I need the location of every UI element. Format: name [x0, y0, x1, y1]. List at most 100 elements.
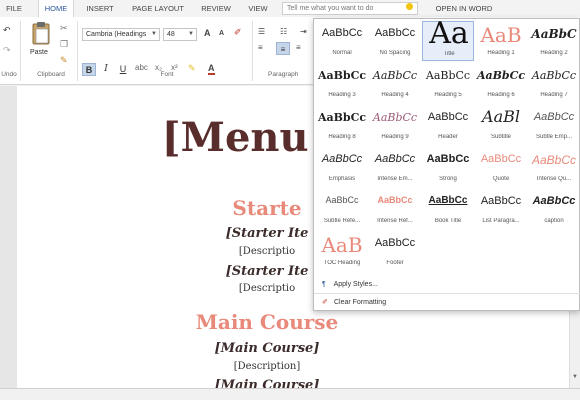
style-option-heading-9[interactable]: AaBbCc Heading 9 [369, 105, 421, 145]
align-left-icon[interactable]: ≡ [258, 43, 263, 52]
tab-insert[interactable]: INSERT [80, 0, 120, 17]
font-group-label: Font [160, 71, 174, 78]
word-online-window: FILE HOME INSERT PAGE LAYOUT REVIEW VIEW… [0, 0, 580, 400]
style-preview: AaBbCc [532, 195, 576, 207]
style-name: Intense Qu... [536, 176, 572, 182]
style-preview: AaBbCc [317, 69, 367, 82]
style-option-heading-1[interactable]: AaB Heading 1 [475, 21, 527, 61]
clear-formatting-option[interactable]: ✐ Clear Formatting [322, 298, 386, 306]
style-name: Heading 2 [540, 50, 568, 56]
style-option-toc-heading[interactable]: AaB TOC Heading [316, 231, 368, 271]
style-option-subtle-refe[interactable]: AaBbCc Subtle Refe... [316, 189, 368, 229]
style-option-book-title[interactable]: AaBbCc Book Title [422, 189, 474, 229]
main-course-heading[interactable]: Main Course [17, 310, 517, 334]
style-name: Heading 1 [487, 50, 515, 56]
style-option-heading-2[interactable]: AaBbC Heading 2 [528, 21, 580, 61]
style-preview: AaBbCc [321, 153, 363, 165]
style-option-heading-3[interactable]: AaBbCc Heading 3 [316, 63, 368, 103]
chevron-down-icon: ▼ [151, 31, 157, 37]
tab-file[interactable]: FILE [4, 0, 24, 17]
undo-icon[interactable]: ↶ [3, 25, 11, 36]
style-preview: AaBbCc [425, 69, 471, 82]
style-name: Subtle Refe... [323, 218, 361, 224]
style-option-emphasis[interactable]: AaBbCc Emphasis [316, 147, 368, 187]
style-preview: AaBbCc [372, 111, 418, 124]
main-course-item[interactable]: [Main Course] [17, 341, 517, 356]
eraser-icon: ✐ [322, 299, 328, 306]
style-name: Heading 4 [381, 92, 409, 98]
paste-icon[interactable] [30, 21, 52, 45]
style-option-quote[interactable]: AaBbCc Quote [475, 147, 527, 187]
style-preview: AaBbCc [372, 69, 418, 82]
style-option-intense-em[interactable]: AaBbCc Intense Em... [369, 147, 421, 187]
status-bar [0, 388, 580, 400]
style-name: No Spacing [379, 50, 411, 56]
style-option-subtitle[interactable]: AaBl Subtitle [475, 105, 527, 145]
grow-font-icon[interactable]: A [204, 28, 211, 38]
tab-open-in-word[interactable]: OPEN IN WORD [430, 0, 498, 17]
font-name-value: Cambria (Headings [86, 31, 147, 38]
apply-styles-label: Apply Styles... [333, 281, 378, 288]
tab-review[interactable]: REVIEW [196, 0, 236, 17]
main-course-item[interactable]: [Main Course] [17, 378, 517, 388]
style-option-heading-6[interactable]: AaBbCc Heading 6 [475, 63, 527, 103]
style-option-subtle-emp[interactable]: AaBbCc Subtle Emp... [528, 105, 580, 145]
style-name: Emphasis [328, 176, 356, 182]
style-preview: AaBl [482, 107, 520, 126]
style-preview: AaBbCc [476, 69, 526, 82]
bullets-icon[interactable]: ☰ [258, 27, 265, 36]
style-name: Heading 5 [434, 92, 462, 98]
paste-button[interactable]: Paste [30, 49, 48, 56]
style-option-strong[interactable]: AaBbCc Strong [422, 147, 474, 187]
style-name: Subtitle [490, 134, 511, 140]
ribbon-tab-bar: FILE HOME INSERT PAGE LAYOUT REVIEW VIEW… [0, 0, 580, 17]
numbering-icon[interactable]: ☷ [280, 27, 287, 36]
styles-gallery-dropdown: AaBbCc Normal AaBbCc No Spacing Aa Title AaB He… [313, 16, 580, 311]
style-preview: AaBbCc [427, 111, 469, 123]
tab-home[interactable]: HOME [38, 0, 74, 17]
cut-icon[interactable]: ✂ [60, 23, 68, 34]
apply-styles-option[interactable]: ¶ Apply Styles... [322, 281, 378, 288]
align-center-icon[interactable]: ≡ [276, 42, 290, 55]
font-size-value: 48 [167, 31, 175, 38]
style-name: Heading 3 [328, 92, 356, 98]
style-option-list-paragra[interactable]: AaBbCc List Paragra... [475, 189, 527, 229]
undo-group-label: Undo [1, 71, 17, 78]
format-painter-icon[interactable]: ✎ [60, 55, 68, 66]
main-course-description[interactable]: [Description] [17, 361, 517, 372]
style-option-header[interactable]: AaBbCc Header [422, 105, 474, 145]
style-preview: AaB [480, 23, 522, 47]
apply-styles-icon: ¶ [322, 281, 326, 288]
style-name: Strong [439, 176, 457, 182]
align-right-icon[interactable]: ≡ [296, 43, 301, 52]
style-option-footer[interactable]: AaBbCc Footer [369, 231, 421, 271]
redo-icon[interactable]: ↷ [3, 45, 11, 56]
clear-formatting-label: Clear Formatting [333, 299, 387, 306]
style-option-heading-8[interactable]: AaBbCc Heading 8 [316, 105, 368, 145]
style-option-heading-4[interactable]: AaBbCc Heading 4 [369, 63, 421, 103]
style-option-no-spacing[interactable]: AaBbCc No Spacing [369, 21, 421, 61]
tab-view[interactable]: VIEW [242, 0, 274, 17]
style-option-intense-qu[interactable]: AaBbCc Intense Qu... [528, 147, 580, 187]
style-option-intense-ref[interactable]: AaBbCc Intense Ref... [369, 189, 421, 229]
style-option-title[interactable]: Aa Title [422, 16, 474, 61]
style-name: Intense Ref... [377, 218, 413, 224]
ribbon-divider [20, 21, 21, 81]
font-size-box[interactable]: 48 ▼ [163, 28, 197, 41]
style-option-caption[interactable]: AaBbCc caption [528, 189, 580, 229]
style-preview: AaBbCc [533, 111, 575, 123]
style-option-heading-5[interactable]: AaBbCc Heading 5 [422, 63, 474, 103]
tell-me-input[interactable]: Tell me what you want to do [282, 2, 418, 15]
indent-icon[interactable]: ⇥ [300, 27, 307, 36]
shrink-font-icon[interactable]: A [219, 30, 224, 37]
clipboard-group-label: Clipboard [37, 71, 65, 78]
clear-formatting-icon[interactable]: ✐ [234, 27, 242, 38]
style-name: Book Title [434, 218, 462, 224]
font-name-box[interactable]: Cambria (Headings ▼ [82, 28, 160, 41]
tab-page-layout[interactable]: PAGE LAYOUT [126, 0, 190, 17]
copy-icon[interactable]: ❐ [60, 39, 68, 50]
scroll-down-icon[interactable]: ▼ [571, 374, 579, 384]
style-option-normal[interactable]: AaBbCc Normal [316, 21, 368, 61]
style-option-heading-7[interactable]: AaBbCc Heading 7 [528, 63, 580, 103]
style-preview: AaBbCc [428, 195, 468, 206]
